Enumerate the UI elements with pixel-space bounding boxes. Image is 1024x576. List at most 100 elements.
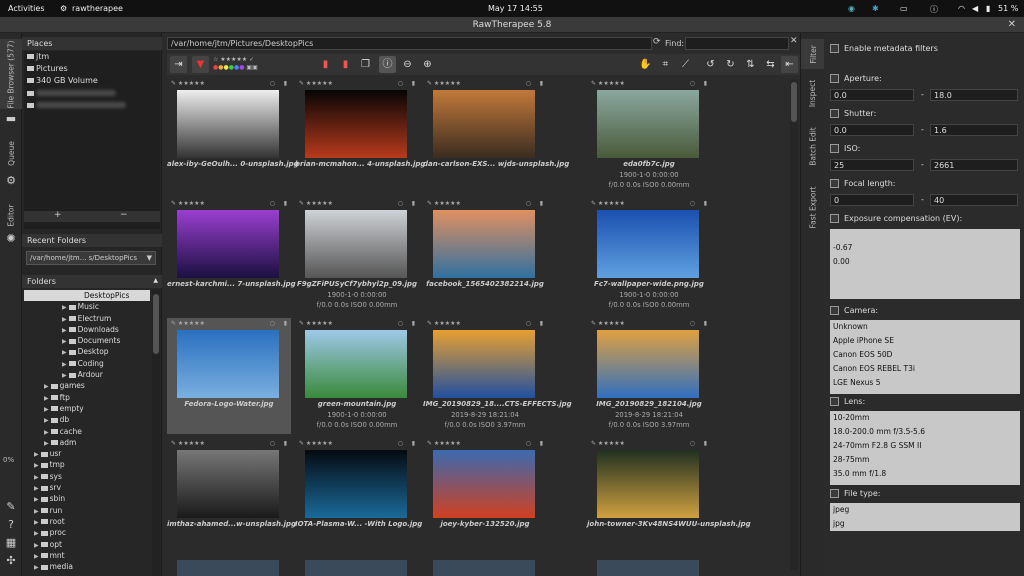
thumbnail-image[interactable] [597, 90, 699, 158]
thumb-rating[interactable]: ✎ ★★★★★ ○ ▮ [171, 320, 289, 329]
thumbnail-image[interactable] [597, 330, 699, 398]
thumbnail-item[interactable]: ✎ ★★★★★ ○ ▮ facebook_1565402382214.jpg [423, 198, 547, 314]
tree-item[interactable]: ▶ adm [24, 437, 150, 448]
tree-item[interactable]: ▶ cache [24, 426, 150, 437]
thumb-rating[interactable]: ✎ ★★★★★ ○ ▮ [299, 80, 417, 89]
thumbnail-item[interactable]: ✎ ★★★★★ ○ ▮ F9gZFiPUSyCf7ybhyl2p_09.jpg 1900… [295, 198, 419, 314]
tray-app-icon-2[interactable]: ✱ [872, 4, 879, 13]
tree-item-selected[interactable]: DesktopPics [24, 290, 150, 302]
remove-place-button[interactable]: − [120, 210, 128, 220]
list-item[interactable]: 0.00 [830, 255, 1020, 269]
aperture-to-input[interactable]: 18.0 [930, 89, 1018, 101]
thumbnail-item[interactable]: ✎ ★★★★★ ○ ▮ john-towner-3Kv48NS4WUU-unsplas… [587, 438, 751, 554]
tree-item[interactable]: ▶ opt [24, 539, 150, 550]
list-item[interactable]: 10-20mm [830, 411, 1020, 425]
tree-item[interactable]: ▶ usr [24, 448, 150, 459]
clear-find-icon[interactable]: ✕ [790, 36, 798, 46]
thumbnail-item[interactable]: ✎ ★★★★★ ○ ▮ brian-mcmahon... 4-unsplash.jpg [295, 78, 425, 194]
trash-icon[interactable]: ▮ [317, 56, 334, 73]
camera-checkbox[interactable]: Camera: [830, 306, 1020, 318]
thumb-rating[interactable]: ✎ ★★★★★ ○ ▮ [427, 80, 545, 89]
thumbnail-item[interactable]: ✎ ★★★★★ ○ ▮ IMG_20190829_18....CTS-EFFECTS.… [423, 318, 572, 434]
aperture-checkbox[interactable]: Aperture: [830, 74, 1020, 86]
tray-app-icon[interactable]: ◉ [848, 4, 855, 13]
preferences-icon[interactable]: ▦ [5, 537, 17, 549]
folder-icon[interactable]: ▬ [5, 113, 17, 125]
tree-item[interactable]: ▶ sys [24, 471, 150, 482]
edit-icon[interactable]: ✎ [5, 501, 17, 513]
aperture-icon[interactable]: ✺ [5, 233, 17, 245]
refresh-icon[interactable]: ⟳ [653, 37, 661, 47]
help-icon[interactable]: ? [5, 519, 17, 531]
tree-item[interactable]: ▶ Coding [24, 358, 150, 369]
thumbnail-item[interactable]: ✎ ★★★★★ ○ ▮ IOTA-Plasma-W... -With Logo.jpg [295, 438, 422, 554]
zoom-in-icon[interactable]: ⊕ [419, 56, 436, 73]
focal-to-input[interactable]: 40 [930, 194, 1018, 206]
list-item[interactable]: Canon EOS 50D [830, 348, 1020, 362]
tree-item[interactable]: ▶ Downloads [24, 324, 150, 335]
place-item-redacted[interactable] [24, 87, 160, 99]
rotate-right-icon[interactable]: ↻ [722, 56, 739, 73]
list-item[interactable]: jpeg [830, 503, 1020, 517]
focal-from-input[interactable]: 0 [830, 194, 914, 206]
exit-icon[interactable]: ⇥ [170, 56, 187, 73]
thumbnail-image[interactable] [433, 450, 535, 518]
list-item[interactable]: Canon EOS REBEL T3i [830, 362, 1020, 376]
add-place-button[interactable]: + [54, 210, 62, 220]
tree-item[interactable]: ▶ Music [24, 301, 150, 312]
thumbnail-image[interactable] [433, 560, 535, 576]
flip-horizontal-icon[interactable]: ⇆ [762, 56, 779, 73]
tree-item[interactable]: ▶ empty [24, 403, 150, 414]
list-item[interactable]: LGE Nexus 5 [830, 376, 1020, 390]
path-input[interactable]: /var/home/jtm/Pictures/DesktopPics [167, 37, 652, 50]
place-item-redacted[interactable] [24, 99, 160, 111]
thumb-rating[interactable]: ✎ ★★★★★ ○ ▮ [427, 320, 545, 329]
tree-item[interactable]: ▶ ftp [24, 392, 150, 403]
volume-icon[interactable]: ◀ [972, 4, 978, 13]
gears-icon[interactable]: ⚙ [5, 175, 17, 187]
flip-vertical-icon[interactable]: ⇅ [742, 56, 759, 73]
thumbnail-image[interactable] [597, 450, 699, 518]
thumbnail-image[interactable] [305, 90, 407, 158]
clock[interactable]: May 17 14:55 [488, 4, 543, 13]
list-item[interactable]: 35.0 mm f/1.8 [830, 467, 1020, 481]
thumb-rating[interactable]: ✎ ★★★★★ ○ ▮ [591, 200, 709, 209]
tree-item[interactable]: ▶ Documents [24, 335, 150, 346]
tray-window-icon[interactable]: ▭ [900, 4, 908, 13]
thumbnail-item[interactable]: ✎ ★★★★★ ○ ▮ eda0fb7c.jpg 1900-1-0 0:00:00 f/0… [587, 78, 711, 194]
activities-button[interactable]: Activities [8, 4, 45, 13]
thumbnail-image[interactable] [177, 330, 279, 398]
tree-item[interactable]: ▶ Ardour [24, 369, 150, 380]
thumbnail-image[interactable] [177, 450, 279, 518]
thumbnail-image[interactable] [177, 90, 279, 158]
thumbnail-item[interactable]: ✎ ★★★★★ ○ ▮ IMG_20190829_182104.jpg 2019-8-2… [587, 318, 711, 434]
tree-item[interactable]: ▶ root [24, 516, 150, 527]
tab-queue[interactable]: Queue [0, 133, 22, 173]
place-item[interactable]: jtm [24, 51, 160, 63]
info-icon[interactable]: ⓘ [930, 4, 938, 15]
tree-item[interactable]: ▶ srv [24, 482, 150, 493]
tree-scrollbar[interactable] [152, 290, 160, 576]
straighten-icon[interactable]: ⟋ [677, 56, 694, 73]
file-type-checkbox[interactable]: File type: [830, 489, 1020, 501]
thumbnail-image[interactable] [305, 450, 407, 518]
focal-length-checkbox[interactable]: Focal length: [830, 179, 1020, 191]
iso-from-input[interactable]: 25 [830, 159, 914, 171]
tree-item[interactable]: ▶ media [24, 561, 150, 572]
thumbnail-image[interactable] [597, 560, 699, 576]
thumbnail-image[interactable] [597, 210, 699, 278]
shutter-to-input[interactable]: 1.6 [930, 124, 1018, 136]
thumbnail-item[interactable]: ✎ ★★★★★ ○ ▮ green-mountain.jpg 1900-1-0 0:00… [295, 318, 419, 434]
enable-metadata-checkbox[interactable]: Enable metadata filters [830, 44, 1020, 56]
thumb-rating[interactable]: ✎ ★★★★★ ○ ▮ [299, 200, 417, 209]
thumbnail-image[interactable] [305, 330, 407, 398]
app-menu[interactable]: rawtherapee [72, 4, 123, 13]
trash-filled-icon[interactable]: ▮ [337, 56, 354, 73]
thumbnail-image[interactable] [433, 210, 535, 278]
list-item[interactable]: 28-75mm [830, 453, 1020, 467]
list-item[interactable]: jpg [830, 517, 1020, 531]
shutter-checkbox[interactable]: Shutter: [830, 109, 1020, 121]
tab-file-browser[interactable]: File Browser (577) [0, 39, 22, 109]
browser-scrollbar[interactable] [790, 80, 798, 570]
iso-checkbox[interactable]: ISO: [830, 144, 1020, 156]
